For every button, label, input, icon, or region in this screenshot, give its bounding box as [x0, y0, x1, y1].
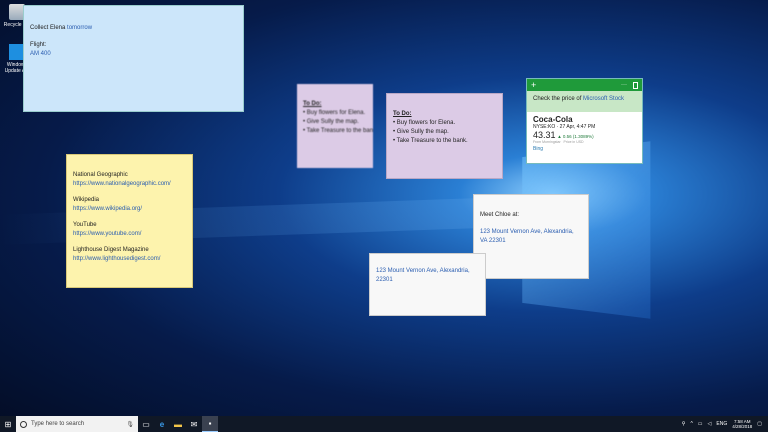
system-tray: ⚲ ^ ▭ ◁ ENG 7:58 AM 4/28/2018 ▢ — [682, 419, 768, 430]
microphone-icon[interactable]: 🎙 — [126, 421, 134, 428]
clock-date: 4/28/2018 — [732, 424, 753, 429]
url-link[interactable]: http://www.lighthousedigest.com/ — [73, 255, 186, 264]
todo-item: • Give Sully the map. — [303, 119, 359, 125]
stock-card[interactable]: Coca-Cola NYSE:KO · 27 Apr, 4:47 PM 43.3… — [527, 112, 642, 155]
more-menu-button[interactable]: ··· — [621, 82, 627, 88]
flight-link[interactable]: AM 400 — [30, 50, 237, 59]
tomorrow-link[interactable]: tomorrow — [67, 25, 92, 31]
note-header: + ··· — [527, 79, 642, 91]
address-link[interactable]: 123 Mount Vernon Ave, Alexandria, — [376, 267, 479, 276]
bing-link[interactable]: Bing — [533, 146, 636, 152]
todo-item: • Buy flowers for Elena. — [393, 120, 456, 126]
address-link[interactable]: 123 Mount Vernon Ave, Alexandria, VA 223… — [480, 228, 582, 246]
start-button[interactable]: ⊞ — [0, 416, 16, 432]
search-box[interactable]: Type here to search 🎙 — [16, 416, 138, 432]
sticky-note-todo-ghost[interactable]: To Do: • Buy flowers for Elena. • Give S… — [297, 84, 373, 168]
note-body: Check the price of Microsoft Stock — [527, 91, 642, 112]
url-link[interactable]: https://www.youtube.com/ — [73, 230, 186, 239]
todo-title: To Do: — [393, 111, 412, 117]
delete-note-icon[interactable] — [633, 81, 638, 89]
stock-name: Coca-Cola — [533, 115, 573, 124]
stock-source: From Morningstar — [533, 140, 561, 144]
action-center-icon[interactable]: ▢ — [757, 421, 762, 427]
stock-currency: Price in USD — [563, 140, 584, 144]
flight-label: Flight: — [30, 42, 47, 48]
link-title: Wikipedia — [73, 197, 100, 203]
clock[interactable]: 7:58 AM 4/28/2018 — [732, 419, 752, 430]
note-line: Collect Elena tomorrow — [30, 24, 237, 33]
volume-icon[interactable]: ◁ — [708, 421, 712, 427]
language-indicator[interactable]: ENG — [716, 421, 727, 427]
todo-item: • Take Treasure to the bank. — [393, 138, 468, 144]
show-hidden-icons[interactable]: ^ — [690, 421, 692, 427]
people-icon[interactable]: ⚲ — [682, 421, 686, 427]
sticky-note-yellow[interactable]: National Geographic https://www.national… — [66, 154, 193, 288]
file-explorer-icon[interactable]: ▬ — [170, 416, 186, 432]
sticky-note-todo[interactable]: To Do: • Buy flowers for Elena. • Give S… — [386, 93, 503, 179]
note-text: Meet Chloe at: — [480, 212, 520, 218]
stock-change: ▲ 0.56 (1.3089%) — [557, 134, 594, 139]
sticky-note-address[interactable]: 123 Mount Vernon Ave, Alexandria, 22301 — [369, 253, 486, 316]
todo-title: To Do: — [303, 101, 322, 107]
todo-item: • Give Sully the map. — [393, 129, 449, 135]
taskbar: ⊞ Type here to search 🎙 ▭ e ▬ ✉ ▪ ⚲ ^ ▭ … — [0, 416, 768, 432]
stock-link[interactable]: Microsoft Stock — [583, 96, 624, 102]
todo-item: • Buy flowers for Elena. — [303, 110, 366, 116]
link-title: Lighthouse Digest Magazine — [73, 247, 149, 253]
sticky-note-stock[interactable]: + ··· Check the price of Microsoft Stock… — [526, 78, 643, 164]
url-link[interactable]: https://www.nationalgeographic.com/ — [73, 180, 186, 189]
link-title: National Geographic — [73, 172, 128, 178]
sticky-note-meet[interactable]: Meet Chloe at: 123 Mount Vernon Ave, Ale… — [473, 194, 589, 279]
sticky-notes-icon[interactable]: ▪ — [202, 416, 218, 432]
store-icon[interactable]: ✉ — [186, 416, 202, 432]
todo-item: • Take Treasure to the bank. — [303, 128, 373, 134]
link-title: YouTube — [73, 222, 97, 228]
stock-price: 43.31 — [533, 130, 556, 140]
sticky-note-blue[interactable]: Collect Elena tomorrow Flight: AM 400 — [23, 5, 244, 112]
search-placeholder: Type here to search — [31, 421, 85, 427]
note-text: Collect Elena — [30, 25, 68, 31]
note-text: Check the price of — [533, 96, 584, 102]
network-icon[interactable]: ▭ — [698, 421, 703, 427]
cortana-icon — [20, 420, 27, 428]
add-note-button[interactable]: + — [531, 80, 536, 90]
windows-logo-icon: ⊞ — [4, 419, 12, 429]
task-view-icon[interactable]: ▭ — [138, 416, 154, 432]
edge-icon[interactable]: e — [154, 416, 170, 432]
url-link[interactable]: https://www.wikipedia.org/ — [73, 205, 186, 214]
address-link[interactable]: 22301 — [376, 276, 479, 285]
